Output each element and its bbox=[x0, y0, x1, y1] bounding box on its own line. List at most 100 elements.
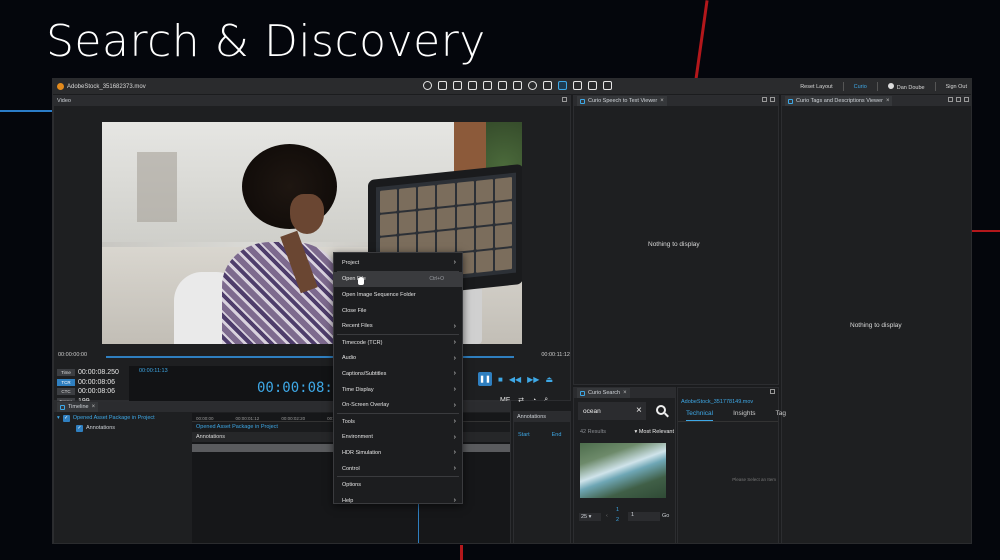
close-icon[interactable] bbox=[770, 97, 775, 102]
clock-icon[interactable] bbox=[528, 81, 537, 90]
maximize-icon[interactable] bbox=[562, 97, 567, 102]
checkbox[interactable]: ✓ bbox=[76, 424, 83, 432]
detail-panel-header bbox=[678, 388, 778, 398]
tab-insights[interactable]: Insights bbox=[733, 410, 755, 421]
reset-layout-button[interactable]: Reset Layout bbox=[800, 84, 832, 90]
audio-meter-icon[interactable] bbox=[513, 81, 522, 90]
timecode-value: 00:00:08.250 bbox=[78, 369, 119, 377]
add-icon[interactable] bbox=[948, 97, 953, 102]
layout-icon[interactable] bbox=[558, 81, 567, 90]
checkbox[interactable]: ✓ bbox=[62, 414, 70, 422]
audio-levels-icon[interactable] bbox=[468, 81, 477, 90]
search-input[interactable]: ocean × bbox=[578, 402, 646, 420]
hdr-icon[interactable] bbox=[588, 81, 597, 90]
menu-item-open-image-sequence-folder[interactable]: Open Image Sequence Folder bbox=[334, 287, 462, 303]
user-menu[interactable]: Dan Doube bbox=[887, 82, 925, 91]
per-page-select[interactable]: 25 ▾ bbox=[579, 513, 601, 521]
menu-item-timecode-tcr[interactable]: Timecode (TCR) › bbox=[334, 335, 462, 351]
timecode-label[interactable]: Time bbox=[57, 369, 75, 377]
annotations-columns: Start End bbox=[514, 432, 570, 438]
tree-item[interactable]: ▾ ✓ Opened Asset Package in Project bbox=[54, 413, 192, 423]
page-link[interactable]: 2 bbox=[616, 517, 619, 523]
menu-item-help[interactable]: Help › bbox=[334, 493, 462, 509]
menu-item-environment[interactable]: Environment › bbox=[334, 430, 462, 446]
shapes-icon[interactable] bbox=[438, 81, 447, 90]
eject-icon[interactable]: ⏏ bbox=[545, 375, 553, 384]
time-end: 00:00:11:12 bbox=[541, 352, 570, 358]
collapse-icon[interactable]: ▾ bbox=[57, 415, 60, 421]
timecode-label[interactable]: TCR bbox=[57, 378, 75, 386]
go-button[interactable]: Go bbox=[662, 513, 669, 519]
video-panel: Video 00:00:00:00 00:00:11:12 Time 00:00… bbox=[53, 95, 572, 410]
maximize-icon[interactable] bbox=[956, 97, 961, 102]
close-icon[interactable]: × bbox=[886, 98, 890, 104]
tab-speech[interactable]: Curio Speech to Text Viewer × bbox=[577, 96, 667, 106]
timecode-row: CTC 00:00:08:06 bbox=[57, 387, 119, 397]
qc-icon[interactable] bbox=[603, 81, 612, 90]
detail-empty-state: Please Select an Item bbox=[732, 477, 776, 482]
menu-item-audio[interactable]: Audio › bbox=[334, 351, 462, 367]
start-column[interactable]: Start bbox=[518, 432, 530, 438]
vectorscope-icon[interactable] bbox=[483, 81, 492, 90]
curio-button[interactable]: Curio bbox=[854, 84, 867, 90]
rewind-icon[interactable]: ◀◀ bbox=[509, 375, 521, 384]
fast-forward-icon[interactable]: ▶▶ bbox=[527, 375, 539, 384]
results-bar: 42 Results ▾ Most Relevant bbox=[580, 429, 674, 435]
menu-item-tools[interactable]: Tools › bbox=[334, 414, 462, 430]
menu-item-options[interactable]: Options bbox=[334, 477, 462, 493]
info-icon[interactable] bbox=[573, 81, 582, 90]
search-button[interactable] bbox=[656, 405, 666, 415]
close-icon[interactable]: × bbox=[92, 404, 96, 410]
timecode-row: Time 00:00:08.250 bbox=[57, 368, 119, 378]
sign-out-button[interactable]: Sign Out bbox=[946, 84, 967, 90]
globe-icon[interactable] bbox=[423, 81, 432, 90]
scrub-bar[interactable]: 00:00:00:00 00:00:11:12 bbox=[54, 349, 572, 363]
sort-select[interactable]: ▾ Most Relevant bbox=[635, 429, 674, 435]
timecode-row: TCR 00:00:08:06 bbox=[57, 378, 119, 388]
menu-item-label: Environment bbox=[342, 434, 373, 441]
end-column[interactable]: End bbox=[552, 432, 562, 438]
menu-item-captions-subtitles[interactable]: Captions/Subtitles › bbox=[334, 366, 462, 382]
tab-tags[interactable]: Tag bbox=[776, 410, 786, 421]
tab-tags[interactable]: Curio Tags and Descriptions Viewer × bbox=[785, 96, 893, 106]
maximize-icon[interactable] bbox=[770, 389, 775, 394]
page-link[interactable]: 1 bbox=[616, 507, 619, 513]
close-icon[interactable]: × bbox=[623, 390, 627, 396]
background-streak-red bbox=[694, 0, 709, 80]
timecode-label[interactable]: CTC bbox=[57, 388, 75, 396]
menu-item-control[interactable]: Control › bbox=[334, 461, 462, 477]
menu-item-project[interactable]: Project › bbox=[334, 255, 462, 271]
loop-icon[interactable]: ⇄ bbox=[518, 396, 524, 404]
sort-value: Most Relevant bbox=[638, 429, 674, 435]
tab-search[interactable]: Curio Search × bbox=[577, 388, 630, 398]
tree-item[interactable]: ✓ Annotations bbox=[54, 423, 192, 433]
speed-icon[interactable]: ◔ bbox=[532, 397, 536, 404]
menu-item-close-file[interactable]: Close File bbox=[334, 303, 462, 319]
prev-page-icon[interactable]: ‹ bbox=[606, 513, 608, 519]
zoom-icon[interactable]: ⌕ bbox=[544, 396, 548, 404]
search-query: ocean bbox=[583, 407, 601, 415]
stop-icon[interactable]: ■ bbox=[498, 375, 503, 384]
maximize-icon[interactable] bbox=[762, 97, 767, 102]
close-icon[interactable] bbox=[964, 97, 969, 102]
close-icon[interactable]: × bbox=[660, 98, 664, 104]
submenu-arrow-icon: › bbox=[453, 370, 456, 378]
annotations-panel: Annotations Start End bbox=[513, 411, 571, 543]
menu-item-label: Tools bbox=[342, 418, 355, 425]
waveform-icon[interactable] bbox=[453, 81, 462, 90]
clear-icon[interactable]: × bbox=[636, 405, 642, 416]
menu-item-on-screen-overlay[interactable]: On-Screen Overlay › bbox=[334, 397, 462, 413]
pause-button[interactable]: ❚❚ bbox=[478, 372, 492, 386]
tab-timeline[interactable]: Timeline × bbox=[57, 402, 99, 412]
menu-item-recent-files[interactable]: Recent Files › bbox=[334, 318, 462, 334]
result-thumbnail[interactable] bbox=[580, 443, 666, 498]
menu-item-open-file[interactable]: Open File Ctrl+O bbox=[334, 271, 462, 288]
settings-icon[interactable] bbox=[543, 81, 552, 90]
tab-technical[interactable]: Technical bbox=[686, 410, 714, 421]
page-input[interactable]: 1 bbox=[628, 512, 660, 521]
histogram-icon[interactable] bbox=[498, 81, 507, 90]
menu-item-time-display[interactable]: Time Display › bbox=[334, 382, 462, 398]
menu-item-hdr-simulation[interactable]: HDR Simulation › bbox=[334, 445, 462, 461]
slide-title: Search & Discovery bbox=[46, 16, 486, 67]
menu-item-label: On-Screen Overlay bbox=[342, 402, 390, 409]
